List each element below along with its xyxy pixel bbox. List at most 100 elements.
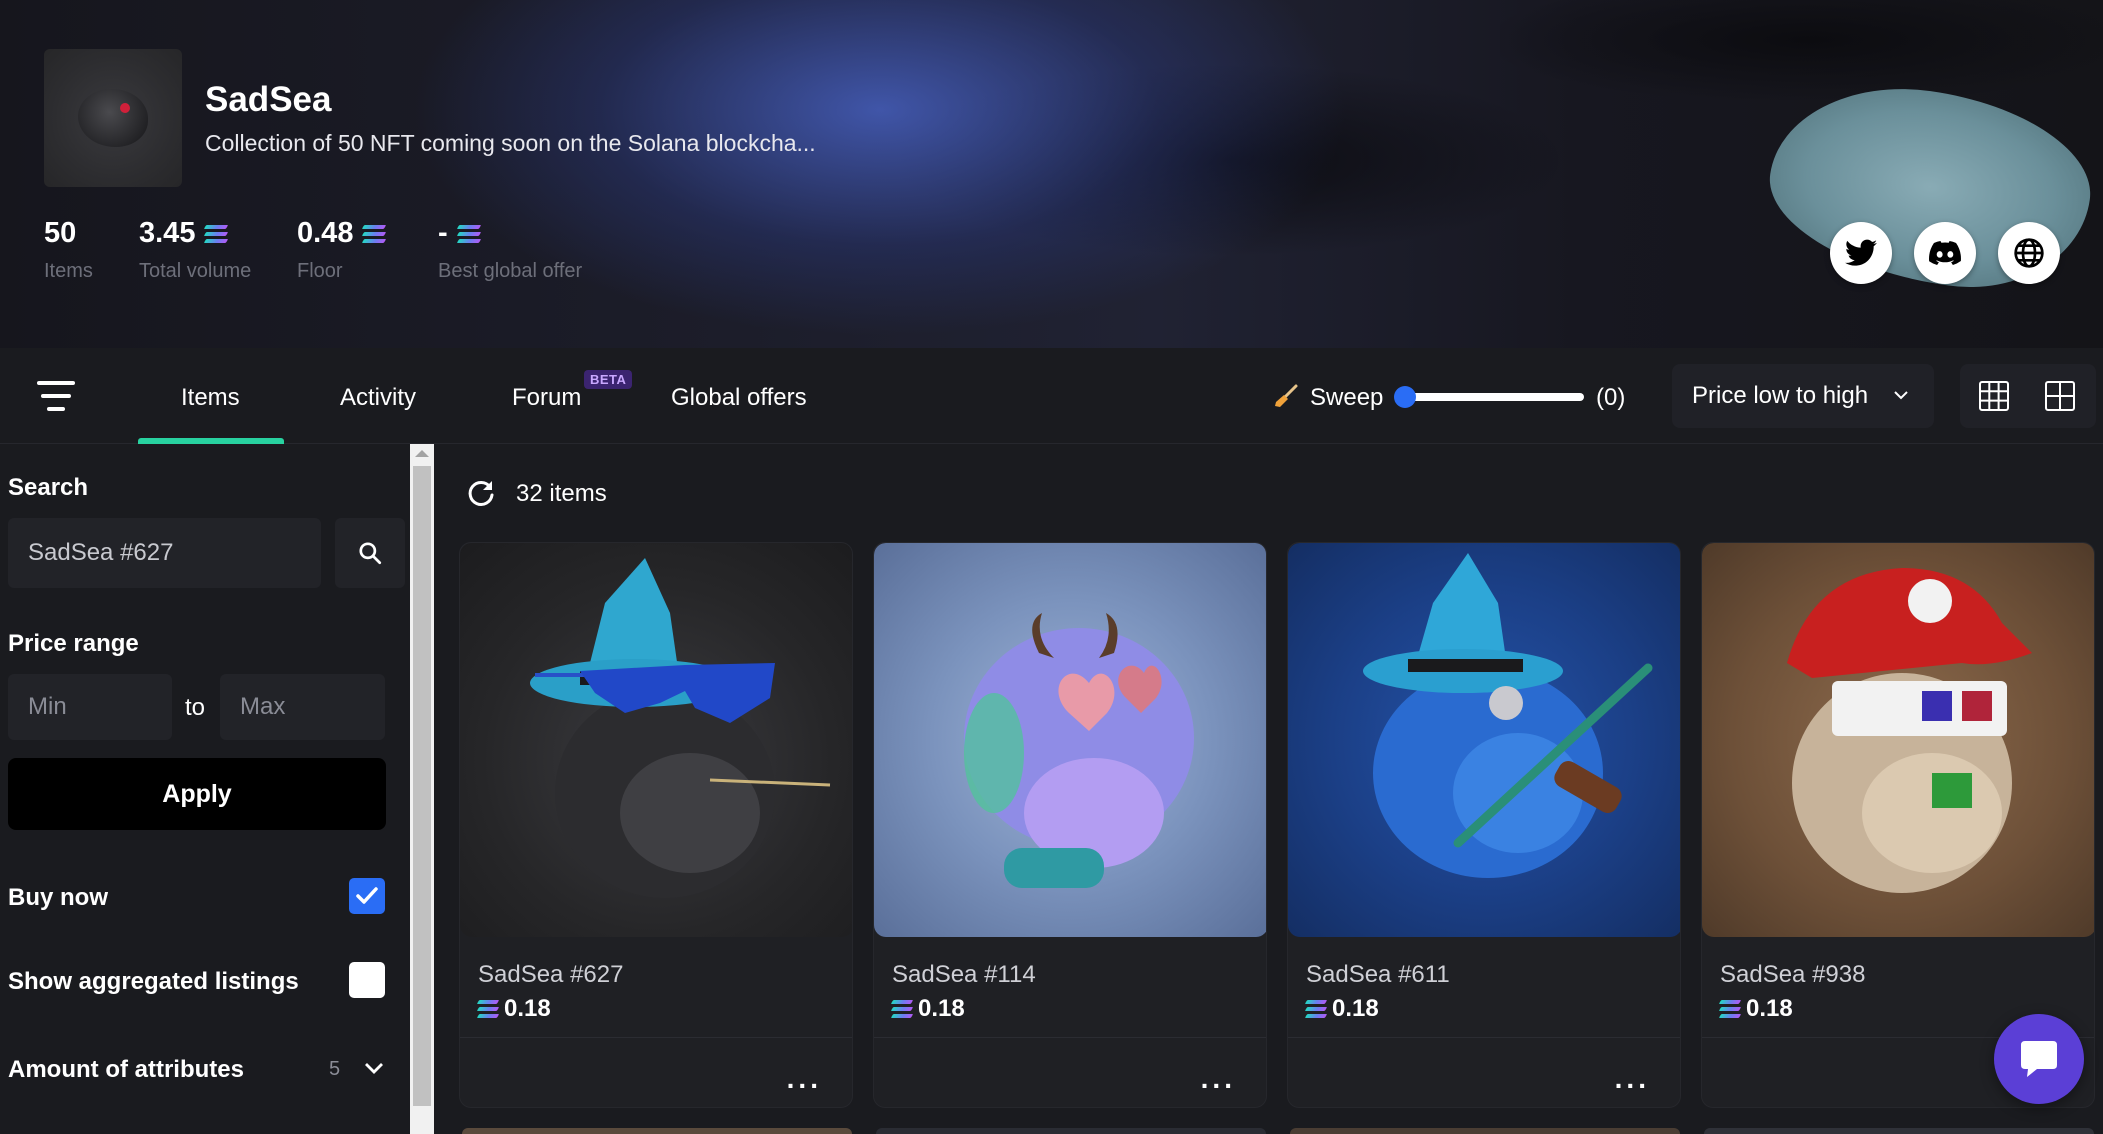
nft-price: 0.18 (1718, 995, 1793, 1023)
more-options-button[interactable]: ... (787, 1063, 822, 1095)
amount-of-attributes-label[interactable]: Amount of attributes (8, 1056, 244, 1084)
nft-image[interactable] (460, 543, 852, 937)
nft-card[interactable]: SadSea #611 0.18 ... (1287, 542, 1681, 1108)
solana-icon (456, 224, 481, 243)
nft-image[interactable] (1288, 543, 1680, 937)
stat-total-volume: 3.45 Total volume (139, 217, 251, 283)
price-to-label: to (185, 694, 206, 721)
grid-large-icon[interactable] (2044, 380, 2076, 412)
solana-icon (1718, 1000, 1742, 1018)
collection-tabbar: Items Activity Forum BETA Global offers … (0, 348, 2103, 444)
nft-artwork (1363, 553, 1653, 878)
price-max-input[interactable]: Max (220, 674, 385, 740)
search-input[interactable]: SadSea #627 (8, 518, 321, 588)
stat-best-global-offer: - Best global offer (438, 217, 582, 283)
scroll-thumb[interactable] (413, 466, 431, 1106)
stat-value: 0.48 (297, 217, 387, 250)
discord-icon (1929, 241, 1961, 265)
buy-now-label: Buy now (8, 884, 108, 911)
stat-label: Total volume (139, 260, 252, 282)
filter-line (37, 381, 75, 385)
banner-shadow (1500, 0, 2103, 100)
broom-icon (1275, 384, 1298, 407)
nft-price: 0.18 (476, 995, 551, 1023)
filter-line (41, 394, 71, 398)
sweep-slider[interactable] (1392, 386, 1586, 408)
nft-price: 0.18 (1304, 995, 1379, 1023)
chat-button[interactable] (1994, 1014, 2084, 1104)
card-divider (1288, 1037, 1680, 1038)
nft-card-next-row (1704, 1128, 2094, 1134)
chat-icon (2021, 1041, 2057, 1077)
price-min-input[interactable]: Min (8, 674, 172, 740)
nft-price: 0.18 (890, 995, 965, 1023)
tab-items[interactable]: Items (181, 384, 240, 412)
stat-value: 3.45 (139, 217, 251, 250)
twitter-icon (1845, 239, 1877, 266)
chevron-down-icon[interactable] (362, 1056, 386, 1080)
website-button[interactable] (1998, 222, 2060, 284)
price-range-label: Price range (8, 630, 139, 657)
more-options-button[interactable]: ... (1615, 1063, 1650, 1095)
nft-name[interactable]: SadSea #114 (892, 961, 1036, 989)
tab-forum[interactable]: Forum (512, 384, 581, 412)
nft-artwork (530, 558, 831, 898)
nft-card-next-row (876, 1128, 1266, 1134)
search-label: Search (8, 474, 89, 501)
search-button[interactable] (335, 518, 405, 588)
nft-card[interactable]: SadSea #114 0.18 ... (873, 542, 1267, 1108)
solana-icon (890, 1000, 914, 1018)
discord-button[interactable] (1914, 222, 1976, 284)
attributes-count: 5 (329, 1058, 341, 1080)
checkmark-icon (356, 887, 378, 904)
sidebar-scrollbar[interactable] (410, 444, 434, 1134)
avatar-creature-image (78, 89, 148, 147)
nft-card[interactable]: SadSea #627 0.18 ... (459, 542, 853, 1108)
solana-icon (1304, 1000, 1328, 1018)
apply-price-button[interactable]: Apply (8, 758, 386, 830)
sweep-track (1402, 393, 1584, 401)
stat-label: Items (44, 260, 93, 282)
card-divider (874, 1037, 1266, 1038)
sweep-count: (0) (1596, 384, 1626, 411)
sweep-slider-thumb[interactable] (1394, 386, 1416, 408)
sort-dropdown[interactable]: Price low to high (1672, 364, 1934, 428)
nft-name[interactable]: SadSea #611 (1306, 961, 1450, 989)
card-divider (460, 1037, 852, 1038)
stat-label: Best global offer (438, 260, 583, 282)
tab-global-offers[interactable]: Global offers (671, 384, 807, 412)
view-toggle-group (1960, 364, 2096, 428)
solana-icon (362, 224, 387, 243)
buy-now-checkbox[interactable] (349, 878, 385, 914)
filter-sidebar: Search SadSea #627 Price range Min to Ma… (0, 444, 412, 1134)
nft-card-next-row (1290, 1128, 1680, 1134)
stat-value: 50 (44, 217, 77, 249)
aggregated-listings-label: Show aggregated listings (8, 968, 299, 995)
collection-description: Collection of 50 NFT coming soon on the … (205, 130, 816, 156)
nft-image[interactable] (1702, 543, 2094, 937)
search-icon (359, 542, 382, 565)
collection-avatar (44, 49, 182, 187)
grid-small-icon[interactable] (1978, 380, 2010, 412)
refresh-icon[interactable] (466, 478, 496, 508)
scroll-up-arrow[interactable] (415, 450, 429, 457)
stat-value: - (438, 217, 582, 250)
tab-activity[interactable]: Activity (340, 384, 416, 412)
more-options-button[interactable]: ... (1201, 1063, 1236, 1095)
filter-line (47, 407, 65, 411)
twitter-button[interactable] (1830, 222, 1892, 284)
solana-icon (476, 1000, 500, 1018)
globe-icon (2014, 238, 2044, 268)
nft-name[interactable]: SadSea #938 (1720, 961, 1865, 989)
chevron-down-icon (1894, 391, 1908, 400)
nft-artwork (1787, 568, 2032, 893)
sweep-label: Sweep (1310, 384, 1384, 411)
sort-selected-value: Price low to high (1692, 382, 1869, 409)
aggregated-listings-checkbox[interactable] (349, 962, 385, 998)
filter-toggle-button[interactable] (36, 381, 76, 411)
nft-name[interactable]: SadSea #627 (478, 961, 623, 989)
nft-image[interactable] (874, 543, 1266, 937)
collection-banner: SadSea Collection of 50 NFT coming soon … (0, 0, 2103, 348)
beta-badge: BETA (584, 370, 633, 389)
stat-floor: 0.48 Floor (297, 217, 387, 283)
